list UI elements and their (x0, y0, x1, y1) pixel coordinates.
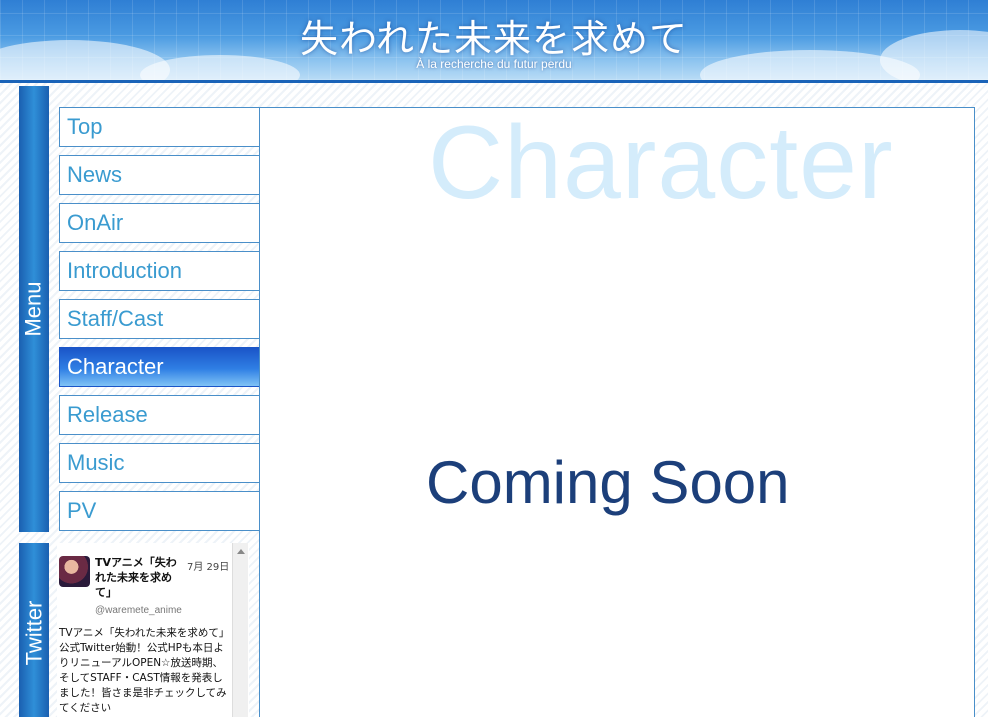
twitter-section-label: Twitter (19, 543, 49, 717)
twitter-timeline[interactable]: TVアニメ「失われた未来を求めて」 7月 29日 @waremete_anime… (57, 543, 249, 717)
twitter-label-text: Twitter (21, 600, 47, 666)
tweet-avatar[interactable] (59, 556, 90, 587)
nav-item-onair[interactable]: OnAir (59, 203, 260, 243)
nav-item-introduction[interactable]: Introduction (59, 251, 260, 291)
nav-item-staff-cast[interactable]: Staff/Cast (59, 299, 260, 339)
nav-item-news[interactable]: News (59, 155, 260, 195)
twitter-scrollbar[interactable] (232, 543, 248, 717)
coming-soon-message: Coming Soon (426, 449, 790, 516)
nav-item-pv[interactable]: PV (59, 491, 260, 531)
nav-item-top[interactable]: Top (59, 107, 260, 147)
main-content-panel: Character Coming Soon (259, 107, 975, 717)
nav-item-release[interactable]: Release (59, 395, 260, 435)
site-subtitle: À la recherche du futur perdu (416, 57, 572, 71)
section-title: Character (428, 105, 894, 221)
menu-section-label: Menu (19, 86, 49, 532)
tweet-handle[interactable]: @waremete_anime (95, 605, 182, 616)
scroll-up-arrow-icon[interactable] (237, 549, 245, 554)
tweet-date[interactable]: 7月 29日 (187, 558, 229, 573)
nav-item-character[interactable]: Character (59, 347, 260, 387)
tweet-text: TVアニメ「失われた未来を求めて」公式Twitter始動！公式HPも本日よりリニ… (59, 627, 227, 714)
site-header: 失われた未来を求めて À la recherche du futur perdu (0, 0, 988, 83)
tweet-author-name[interactable]: TVアニメ「失われた未来を求めて」 (95, 555, 183, 600)
nav-item-music[interactable]: Music (59, 443, 260, 483)
site-title[interactable]: 失われた未来を求めて (0, 8, 988, 63)
menu-label-text: Menu (21, 281, 47, 337)
